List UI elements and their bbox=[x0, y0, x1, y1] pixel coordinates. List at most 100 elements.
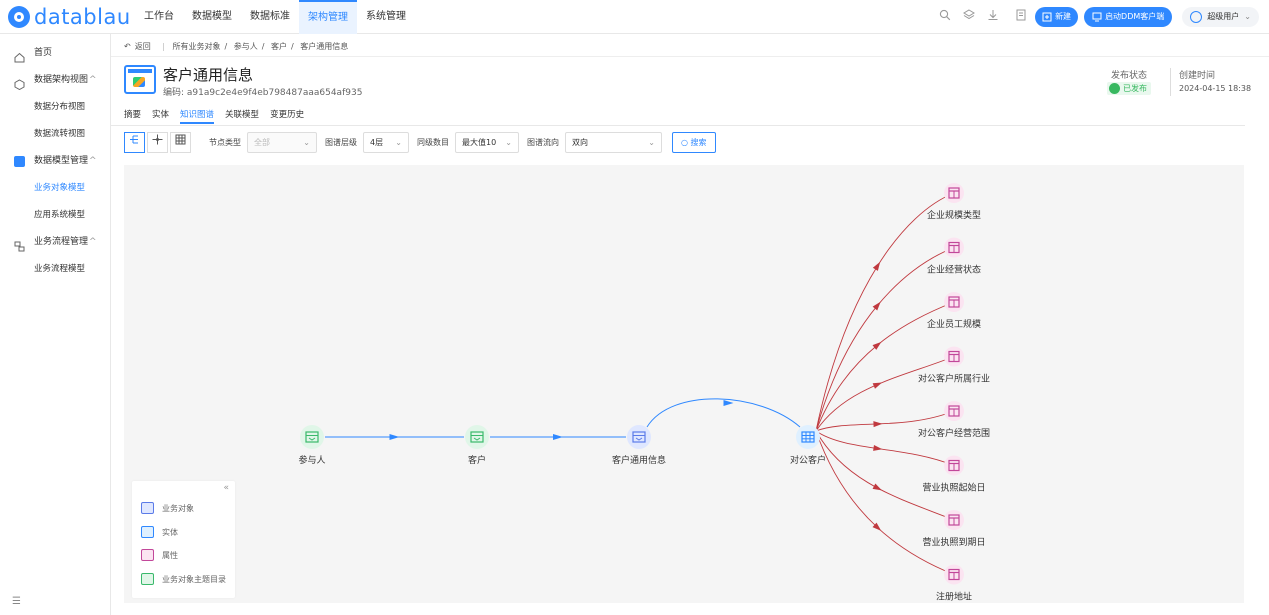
sidebar-item-label: 应用系统模型 bbox=[34, 210, 86, 220]
node-label: 参与人 bbox=[298, 454, 325, 466]
top-bar: datablau 工作台 数据模型 数据标准 架构管理 系统管理 新建 启动DD… bbox=[0, 0, 1269, 34]
business-object-icon bbox=[141, 502, 154, 514]
page-title: 客户通用信息 bbox=[163, 66, 254, 84]
nav-tab-data-standard[interactable]: 数据标准 bbox=[241, 0, 299, 34]
graph-node[interactable]: 对公客户 bbox=[790, 425, 826, 466]
sidebar-item-label: 数据模型管理 bbox=[34, 156, 89, 166]
breadcrumb-slash: / bbox=[261, 42, 265, 51]
breadcrumb-item[interactable]: 所有业务对象 bbox=[173, 42, 221, 51]
sidebar-item-process-management[interactable]: 业务流程管理 ^ bbox=[0, 229, 111, 256]
node-label: 客户通用信息 bbox=[612, 454, 666, 466]
breadcrumb-item[interactable]: 客户 bbox=[271, 42, 287, 51]
new-icon bbox=[1042, 12, 1052, 22]
detail-tabs: 摘要 实体 知识图谱 关联模型 变更历史 bbox=[124, 108, 315, 124]
entity-code: 编码: a91a9c2e4e9f4eb798487aaa654af935 bbox=[163, 85, 362, 98]
node-label: 营业执照起始日 bbox=[922, 482, 985, 494]
download-icon[interactable] bbox=[985, 9, 1001, 25]
graph-direction-select[interactable]: 双向 ⌄ bbox=[565, 131, 662, 153]
user-menu[interactable]: 超级用户 ⌄ bbox=[1182, 7, 1259, 27]
business-object-icon bbox=[124, 65, 156, 94]
attribute-node[interactable]: 注册地址 bbox=[936, 564, 972, 603]
graph-node[interactable]: 客户 bbox=[465, 425, 489, 466]
breadcrumb-separator: | bbox=[162, 42, 165, 51]
collapse-sidebar-icon[interactable]: ☰ bbox=[12, 596, 21, 607]
sidebar-item-flow-view[interactable]: 数据流转视图 bbox=[0, 121, 111, 148]
tree-layout-button[interactable] bbox=[124, 131, 145, 153]
sidebar-item-label: 数据架构视图 bbox=[34, 75, 89, 85]
sidebar-item-label: 业务流程管理 bbox=[34, 237, 89, 247]
breadcrumb-slash: / bbox=[291, 42, 294, 51]
back-icon[interactable]: ↶ bbox=[124, 42, 131, 51]
new-button[interactable]: 新建 bbox=[1035, 7, 1079, 27]
back-link[interactable]: 返回 bbox=[135, 42, 151, 51]
sibling-count-select[interactable]: 最大值10 ⌄ bbox=[455, 131, 519, 153]
sidebar-item-label: 数据分布视图 bbox=[34, 102, 86, 112]
sidebar-item-model-management[interactable]: 数据模型管理 ^ bbox=[0, 148, 111, 175]
document-icon[interactable] bbox=[1013, 9, 1029, 25]
grid-layout-button[interactable] bbox=[170, 131, 191, 153]
sidebar-item-architecture-view[interactable]: 数据架构视图 ^ bbox=[0, 67, 111, 94]
sidebar-item-business-object-model[interactable]: 业务对象模型 bbox=[0, 175, 111, 202]
node-halo bbox=[627, 425, 651, 449]
created-time-label: 创建时间 bbox=[1179, 71, 1216, 81]
top-right-tools: 新建 启动DDM客户端 超级用户 ⌄ bbox=[929, 6, 1259, 28]
code-label: 编码: bbox=[163, 88, 185, 98]
attribute-node[interactable]: 企业规模类型 bbox=[927, 183, 981, 221]
sidebar-item-label: 首页 bbox=[34, 48, 53, 58]
collapse-legend-icon[interactable]: « bbox=[223, 483, 229, 493]
attribute-icon bbox=[141, 549, 154, 561]
nav-tab-workbench[interactable]: 工作台 bbox=[135, 0, 183, 34]
logo[interactable]: datablau bbox=[8, 6, 131, 28]
nav-tab-data-model[interactable]: 数据模型 bbox=[183, 0, 241, 34]
tab-change-history[interactable]: 变更历史 bbox=[270, 108, 304, 124]
attribute-node[interactable]: 营业执照到期日 bbox=[922, 510, 986, 548]
search-icon: ○ bbox=[681, 137, 688, 147]
edge-arrow bbox=[873, 444, 883, 451]
node-halo bbox=[796, 425, 820, 449]
divider bbox=[111, 56, 1269, 57]
sidebar-item-process-model[interactable]: 业务流程模型 bbox=[0, 256, 111, 283]
node-type-select[interactable]: 全部 ⌄ bbox=[247, 131, 317, 153]
chevron-up-icon: ^ bbox=[89, 237, 97, 247]
legend-item-business-object: 业务对象 bbox=[141, 501, 194, 515]
layers-icon[interactable] bbox=[961, 9, 977, 25]
graph-edge bbox=[815, 430, 955, 575]
attribute-node[interactable]: 企业员工规模 bbox=[927, 292, 981, 330]
legend-item-entity: 实体 bbox=[141, 525, 178, 539]
search-button[interactable]: ○ 搜索 bbox=[672, 131, 716, 153]
search-button-label: 搜索 bbox=[690, 137, 707, 147]
nav-tab-architecture[interactable]: 架构管理 bbox=[299, 0, 357, 34]
main-nav: 工作台 数据模型 数据标准 架构管理 系统管理 bbox=[135, 0, 415, 34]
node-label: 企业经营状态 bbox=[927, 264, 981, 276]
tab-summary[interactable]: 摘要 bbox=[124, 108, 141, 124]
force-layout-icon bbox=[152, 134, 163, 144]
breadcrumb-item[interactable]: 参与人 bbox=[234, 42, 258, 51]
sidebar-item-app-system-model[interactable]: 应用系统模型 bbox=[0, 202, 111, 229]
process-icon bbox=[14, 237, 25, 252]
force-layout-button[interactable] bbox=[147, 131, 168, 153]
created-time-value: 2024-04-15 18:38 bbox=[1179, 84, 1252, 93]
graph-svg[interactable]: 企业规模类型企业经营状态企业员工规模对公客户所属行业对公客户经营范围营业执照起始… bbox=[124, 165, 1244, 603]
graph-level-select[interactable]: 4层 ⌄ bbox=[363, 131, 409, 153]
graph-toolbar: 节点类型 全部 ⌄ 图谱层级 4层 ⌄ 同级数目 最大值10 ⌄ 图谱流向 双向… bbox=[124, 131, 716, 153]
sidebar-item-home[interactable]: 首页 bbox=[0, 40, 111, 67]
graph-node[interactable]: 客户通用信息 bbox=[612, 425, 666, 466]
nav-tab-system[interactable]: 系统管理 bbox=[357, 0, 415, 34]
node-label: 对公客户 bbox=[790, 454, 826, 466]
chevron-down-icon: ⌄ bbox=[505, 137, 512, 147]
search-icon[interactable] bbox=[937, 9, 953, 25]
breadcrumb: ↶ 返回 | 所有业务对象 / 参与人 / 客户 / 客户通用信息 bbox=[124, 41, 352, 52]
graph-node[interactable]: 参与人 bbox=[298, 425, 326, 466]
knowledge-graph-canvas[interactable]: 企业规模类型 企业经营状态 企业员工规模 对公客户所属行业 对公客户经营范围 营业执照起始… bbox=[124, 165, 1244, 603]
launch-ddm-label: 启动DDM客户端 bbox=[1105, 12, 1165, 21]
attribute-node[interactable]: 营业执照起始日 bbox=[922, 455, 986, 494]
sidebar-item-distribution-view[interactable]: 数据分布视图 bbox=[0, 94, 111, 121]
launch-ddm-button[interactable]: 启动DDM客户端 bbox=[1084, 7, 1173, 27]
tab-entity[interactable]: 实体 bbox=[152, 108, 169, 124]
attribute-node[interactable]: 对公客户经营范围 bbox=[918, 401, 990, 439]
sibling-count-value: 最大值10 bbox=[462, 137, 497, 147]
chevron-up-icon: ^ bbox=[89, 156, 97, 166]
tab-knowledge-graph[interactable]: 知识图谱 bbox=[180, 108, 215, 124]
edge-arrow bbox=[872, 261, 881, 271]
tab-related-model[interactable]: 关联模型 bbox=[225, 108, 259, 124]
